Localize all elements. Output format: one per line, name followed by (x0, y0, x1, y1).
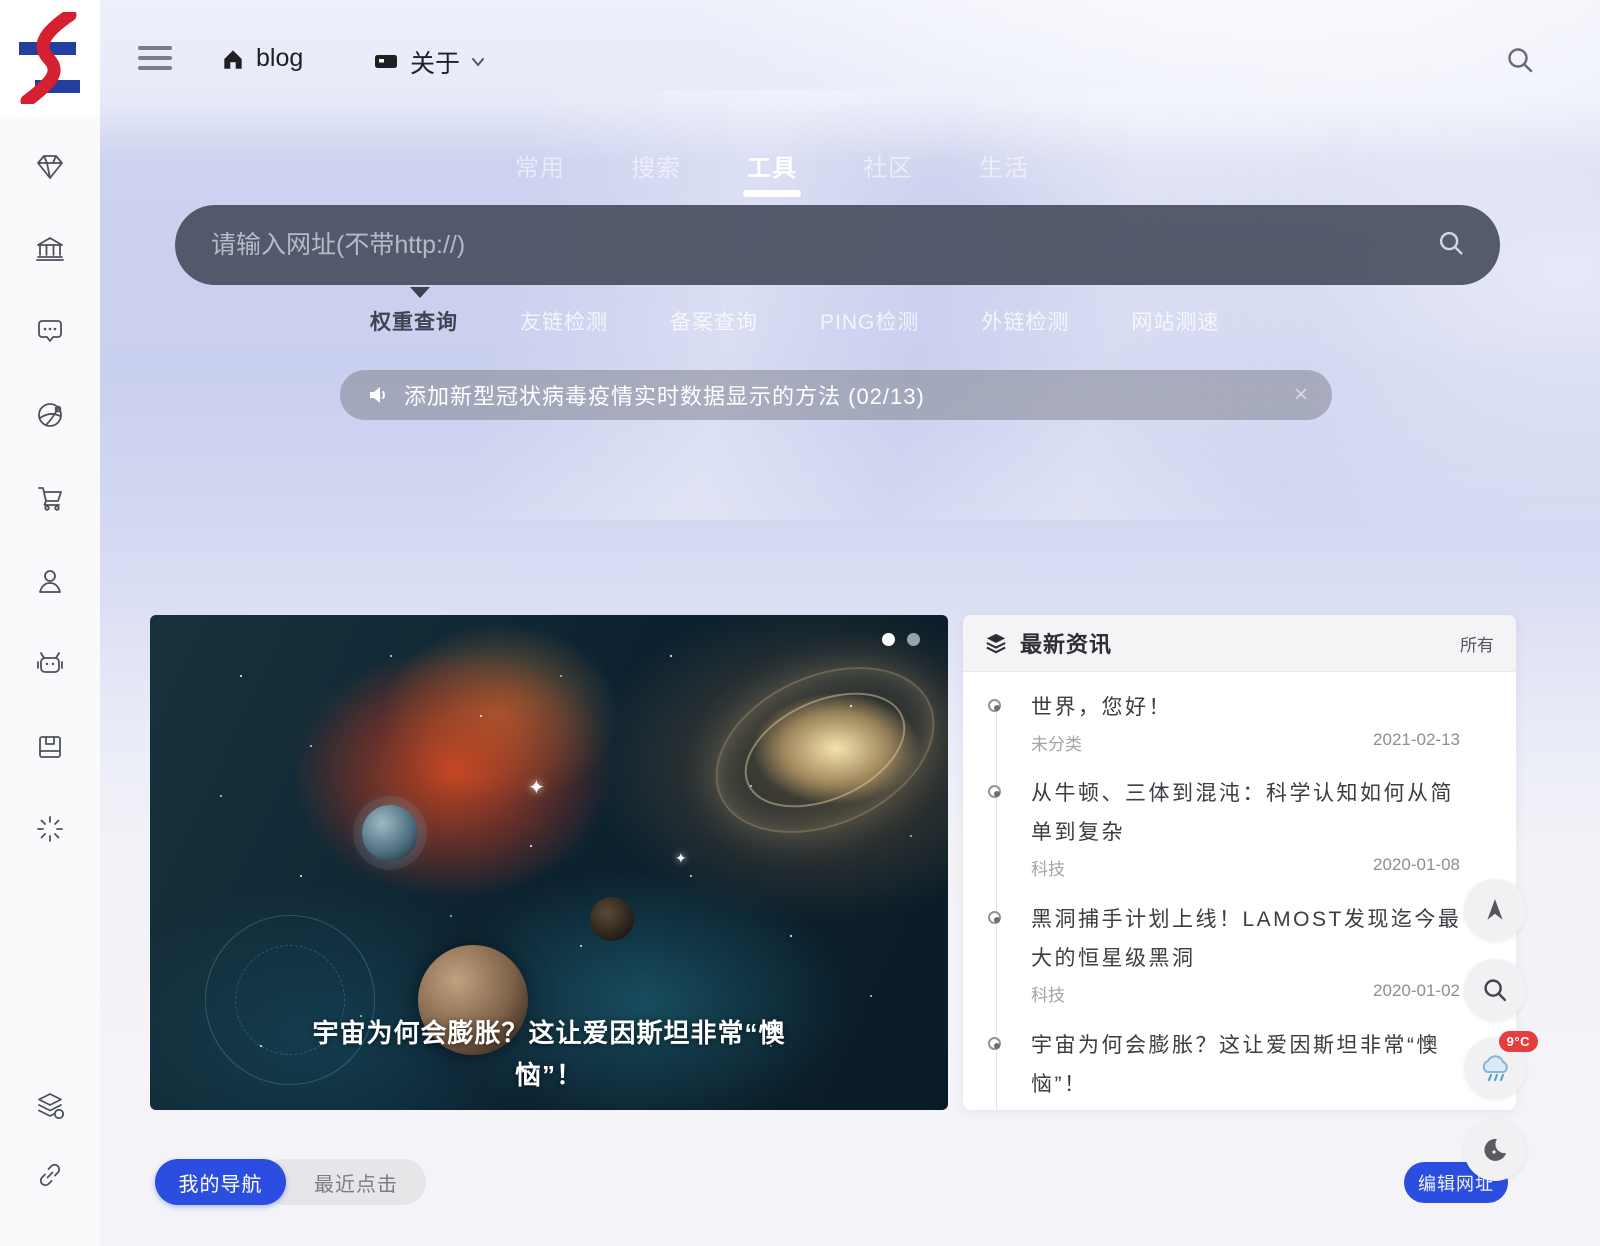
news-item-title[interactable]: 世界，您好！ (1031, 688, 1463, 727)
active-tool-caret (410, 287, 430, 298)
news-item-meta: 科技 2020-01-02 (1031, 981, 1460, 1006)
globe-icon[interactable] (33, 398, 67, 432)
tool-tabs: 权重查询 友链检测 备案查询 PING检测 外链检测 网站测速 (370, 306, 1219, 336)
home-link[interactable]: blog (220, 44, 303, 73)
sidebar (0, 0, 100, 1246)
hero-carousel[interactable]: ✦ ✦ 宇宙为何会膨胀？这让爱因斯坦非常“懊恼”！ (150, 615, 948, 1110)
tab-tools[interactable]: 工具 (747, 148, 797, 197)
carousel-dots (882, 633, 920, 646)
tab-common[interactable]: 常用 (515, 148, 565, 197)
gem-icon[interactable] (33, 150, 67, 184)
sparkle-decoration: ✦ (528, 775, 545, 800)
tab-search[interactable]: 搜索 (631, 148, 681, 197)
main-tabs: 常用 搜索 工具 社区 生活 (515, 148, 1029, 197)
up-arrow-icon (1482, 897, 1508, 923)
news-panel-title: 最新资讯 (1020, 627, 1112, 659)
news-item-title[interactable]: 黑洞捕手计划上线！LAMOST发现迄今最大的恒星级黑洞 (1031, 900, 1463, 978)
top-header: blog 关于 (100, 0, 1600, 116)
weather-cloud-icon (1477, 1052, 1513, 1084)
my-nav-button[interactable]: 我的导航 (155, 1159, 286, 1205)
news-bullet (988, 1037, 1001, 1050)
close-icon[interactable]: × (1294, 381, 1308, 409)
chat-icon[interactable] (33, 314, 67, 348)
link-icon[interactable] (33, 1158, 67, 1192)
message-board-icon (372, 50, 400, 74)
news-item-title[interactable]: 宇宙为何会膨胀？这让爱因斯坦非常“懊恼”！ (1031, 1026, 1463, 1104)
announcement-bar: 添加新型冠状病毒疫情实时数据显示的方法 (02/13) × (340, 370, 1332, 420)
tooltab-speed-test[interactable]: 网站测速 (1131, 306, 1219, 336)
announcement-text[interactable]: 添加新型冠状病毒疫情实时数据显示的方法 (02/13) (404, 379, 1294, 411)
news-all-link[interactable]: 所有 (1460, 631, 1494, 656)
news-item-date: 2020-01-08 (1373, 855, 1460, 880)
planet-blue-decoration (362, 805, 418, 861)
news-bullet (988, 785, 1001, 798)
chevron-down-icon (470, 56, 486, 68)
news-item-date: 2021-02-13 (1373, 730, 1460, 755)
news-item-category[interactable]: 科技 (1031, 855, 1065, 880)
search-submit-icon[interactable] (1436, 228, 1466, 263)
news-bullet (988, 911, 1001, 924)
news-item-category[interactable]: 科技 (1031, 981, 1065, 1006)
weather-button[interactable]: 9°C (1464, 1037, 1526, 1099)
news-item-date: 2020-01-02 (1373, 981, 1460, 1006)
archive-icon[interactable] (33, 730, 67, 764)
carousel-dot-1[interactable] (882, 633, 895, 646)
z-logo-icon (15, 12, 85, 104)
sparkle-decoration: ✦ (675, 850, 687, 867)
search-icon (1480, 975, 1510, 1005)
back-to-top-button[interactable] (1464, 879, 1526, 941)
home-icon (220, 46, 246, 72)
home-label: blog (256, 44, 303, 73)
robot-icon[interactable] (33, 648, 67, 682)
stack-icon (985, 632, 1007, 654)
tooltab-ping[interactable]: PING检测 (820, 306, 919, 336)
latest-news-panel: 最新资讯 所有 世界，您好！ 未分类 2021-02-13 从牛顿、三体到混沌：… (963, 615, 1516, 1110)
user-icon[interactable] (33, 564, 67, 598)
news-item-category[interactable]: 未分类 (1031, 730, 1082, 755)
menu-icon[interactable] (138, 46, 172, 70)
news-item-meta: 未分类 2021-02-13 (1031, 730, 1460, 755)
tooltab-weight-query[interactable]: 权重查询 (370, 306, 458, 336)
carousel-caption[interactable]: 宇宙为何会膨胀？这让爱因斯坦非常“懊恼”！ (150, 1012, 948, 1096)
recent-clicks-button[interactable]: 最近点击 (262, 1159, 426, 1205)
stars-decoration (150, 615, 152, 617)
site-logo[interactable] (0, 0, 100, 116)
about-menu[interactable]: 关于 (372, 44, 486, 80)
url-input[interactable] (175, 205, 1436, 285)
tooltab-friend-links[interactable]: 友链检测 (520, 306, 608, 336)
about-label: 关于 (410, 44, 460, 80)
url-search-bar (175, 205, 1500, 285)
burst-icon[interactable] (33, 812, 67, 846)
tab-life[interactable]: 生活 (979, 148, 1029, 197)
active-tab-underline (743, 190, 801, 197)
cart-icon[interactable] (33, 480, 67, 514)
carousel-dot-2[interactable] (907, 633, 920, 646)
dark-mode-button[interactable] (1464, 1119, 1526, 1181)
news-header: 最新资讯 所有 (963, 615, 1516, 672)
news-bullet (988, 699, 1001, 712)
news-item-meta: 科技 2020-01-08 (1031, 855, 1460, 880)
header-search-icon[interactable] (1504, 44, 1536, 81)
news-item-title[interactable]: 从牛顿、三体到混沌：科学认知如何从简单到复杂 (1031, 774, 1463, 852)
page: blog 关于 常用 搜索 工具 社区 生活 权重查询 友链检测 备案查询 PI… (0, 0, 1600, 1246)
bank-icon[interactable] (33, 232, 67, 266)
weather-temp-badge: 9°C (1499, 1031, 1538, 1052)
moon-icon (1481, 1136, 1509, 1164)
tooltab-icp-query[interactable]: 备案查询 (670, 306, 758, 336)
planet-dark-decoration (590, 897, 634, 941)
float-search-button[interactable] (1464, 959, 1526, 1021)
tooltab-backlinks[interactable]: 外链检测 (981, 306, 1069, 336)
layers-icon[interactable] (33, 1089, 67, 1123)
tab-community[interactable]: 社区 (863, 148, 913, 197)
news-list: 世界，您好！ 未分类 2021-02-13 从牛顿、三体到混沌：科学认知如何从简… (963, 672, 1516, 1110)
speaker-icon (366, 383, 390, 407)
